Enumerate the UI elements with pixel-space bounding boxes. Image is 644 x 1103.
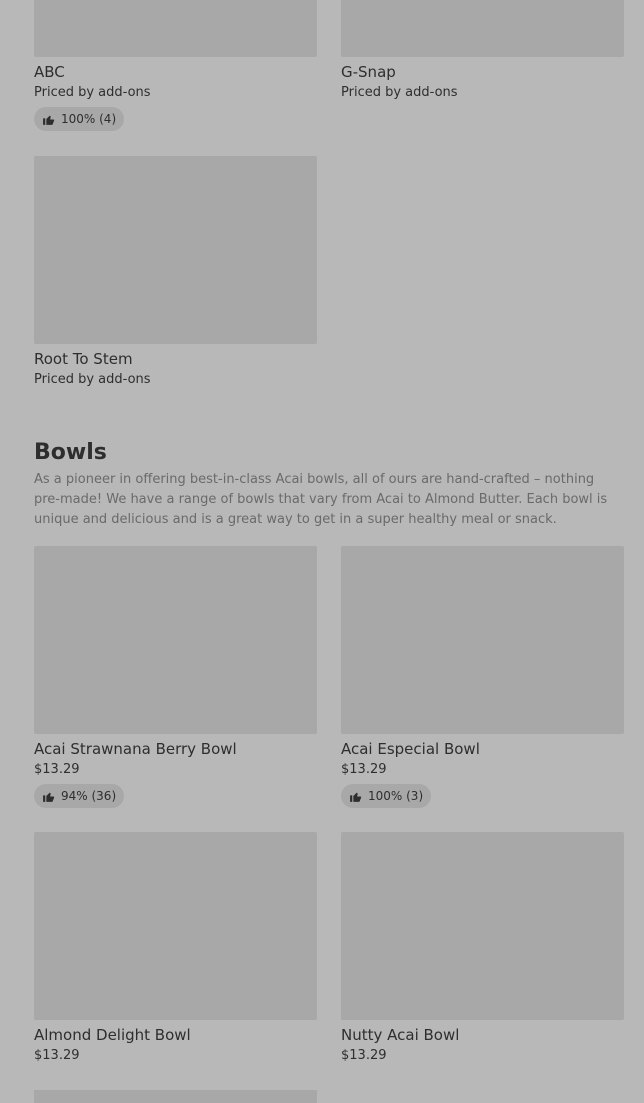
rating-badge: 100% (3) <box>341 784 432 808</box>
rating-badge: 100% (4) <box>34 107 125 131</box>
menu-item-card[interactable]: ABC Priced by add-ons 100% (4) <box>34 0 317 131</box>
thumbs-up-icon <box>350 792 362 802</box>
rating-text: 94% (36) <box>61 789 117 803</box>
item-price: $13.29 <box>34 1048 80 1063</box>
item-name: ABC <box>34 63 65 81</box>
rating-text: 100% (4) <box>61 112 117 126</box>
item-name: Root To Stem <box>34 350 133 368</box>
menu-item-card[interactable]: Nutty Acai Bowl $13.29 <box>341 832 624 1064</box>
prev-items-grid-row2: Root To Stem Priced by add-ons <box>34 156 624 388</box>
item-name: Acai Strawnana Berry Bowl <box>34 740 237 758</box>
item-price: Priced by add-ons <box>34 372 151 387</box>
item-image-placeholder[interactable] <box>34 0 317 57</box>
item-price: Priced by add-ons <box>341 85 458 100</box>
menu-item-card[interactable]: Almond Delight Bowl $13.29 <box>34 832 317 1064</box>
item-image-placeholder[interactable] <box>341 832 624 1020</box>
thumbs-up-icon <box>43 115 55 125</box>
rating-badge: 94% (36) <box>34 784 125 808</box>
item-image-placeholder[interactable] <box>341 0 624 57</box>
menu-item-card[interactable]: Root To Stem Priced by add-ons <box>34 156 317 388</box>
item-price: $13.29 <box>341 1048 387 1063</box>
item-price: Priced by add-ons <box>34 85 151 100</box>
item-name: Acai Especial Bowl <box>341 740 480 758</box>
item-image-placeholder[interactable] <box>341 546 624 734</box>
section-description: As a pioneer in offering best-in-class A… <box>34 472 608 527</box>
menu-item-card-partial[interactable] <box>34 1090 317 1103</box>
menu-item-card[interactable]: G-Snap Priced by add-ons <box>341 0 624 131</box>
rating-text: 100% (3) <box>368 789 424 803</box>
prev-items-grid: ABC Priced by add-ons 100% (4) G-Snap Pr… <box>34 0 624 131</box>
menu-item-card[interactable]: Acai Especial Bowl $13.29 100% (3) <box>341 546 624 808</box>
item-image-placeholder[interactable] <box>34 156 317 344</box>
item-name: G-Snap <box>341 63 396 81</box>
section-title-bowls: Bowls <box>34 440 107 465</box>
item-image-placeholder[interactable] <box>34 546 317 734</box>
item-price: $13.29 <box>341 762 387 777</box>
menu-page: ABC Priced by add-ons 100% (4) G-Snap Pr… <box>0 0 644 1103</box>
item-price: $13.29 <box>34 762 80 777</box>
item-name: Almond Delight Bowl <box>34 1026 191 1044</box>
bowls-grid-row1: Acai Strawnana Berry Bowl $13.29 94% (36… <box>34 546 624 808</box>
bowls-grid-row2: Almond Delight Bowl $13.29 Nutty Acai Bo… <box>34 832 624 1064</box>
menu-item-card[interactable]: Acai Strawnana Berry Bowl $13.29 94% (36… <box>34 546 317 808</box>
thumbs-up-icon <box>43 792 55 802</box>
item-image-placeholder[interactable] <box>34 832 317 1020</box>
item-name: Nutty Acai Bowl <box>341 1026 460 1044</box>
